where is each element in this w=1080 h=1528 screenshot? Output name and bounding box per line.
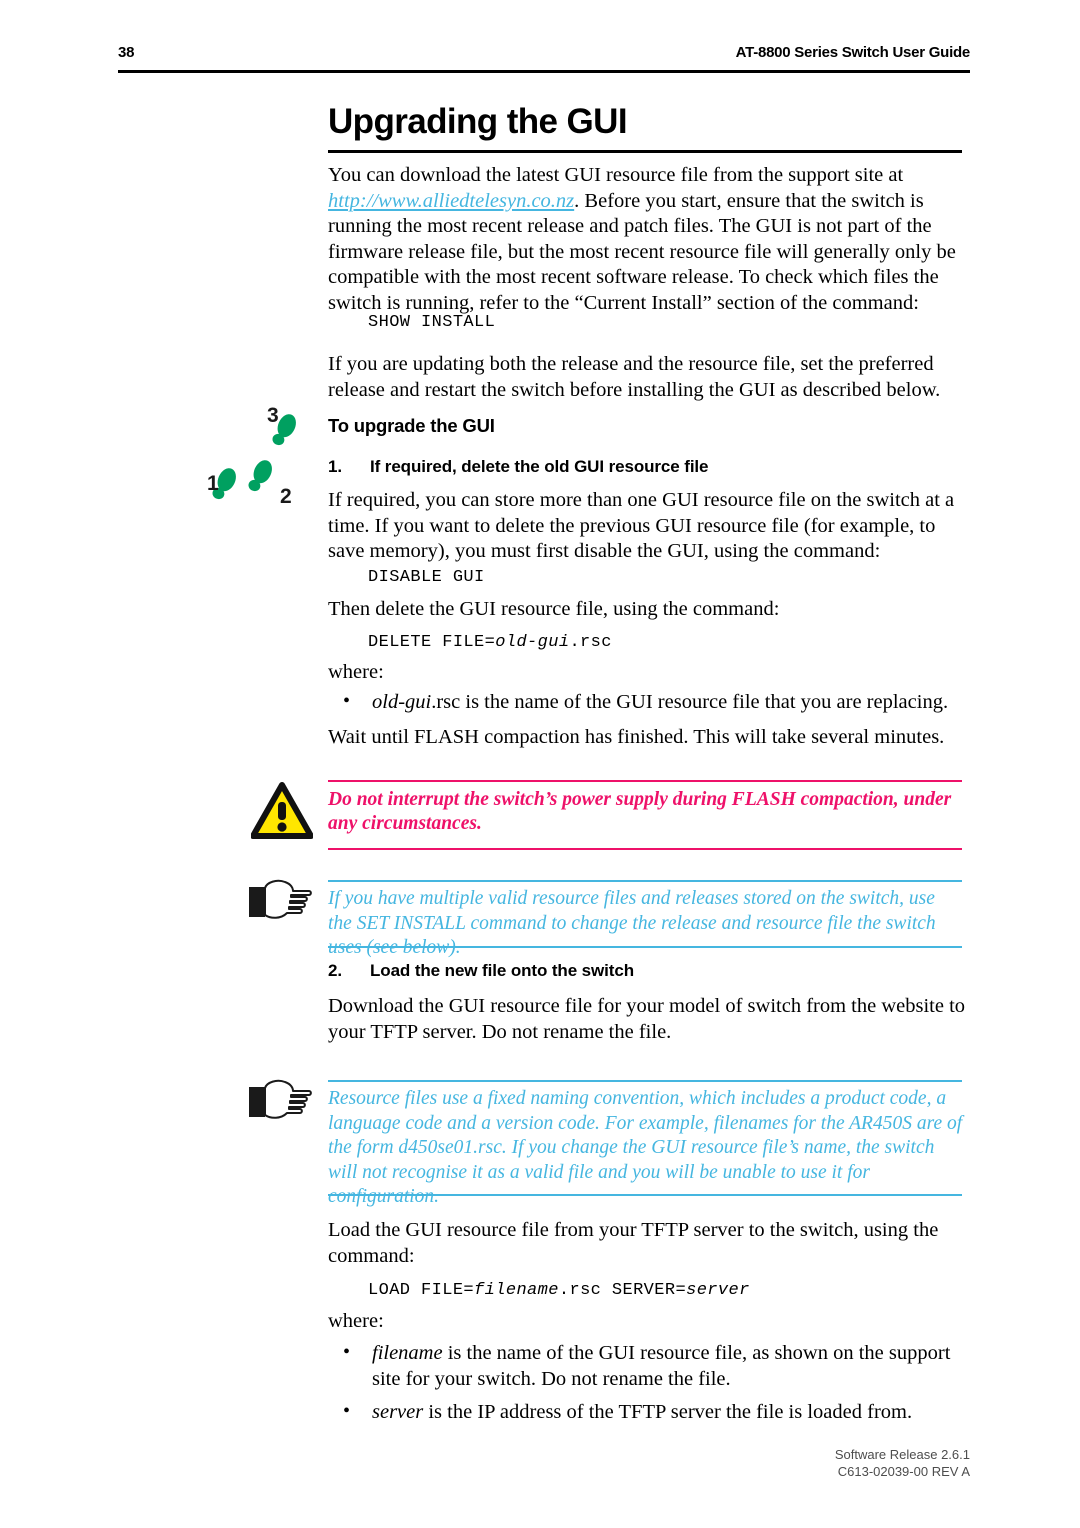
note-1-bottom-rule <box>328 946 962 948</box>
page-header: 38 AT-8800 Series Switch User Guide <box>118 44 970 80</box>
step-2-heading: 2. Load the new file onto the switch <box>328 961 968 981</box>
delete-file-command-block: DELETE FILE=old-gui.rsc <box>328 630 968 655</box>
title-divider <box>328 150 962 153</box>
footprint-label-3: 3 <box>267 404 279 427</box>
caution-bottom-rule <box>328 848 962 850</box>
note-1-text: If you have multiple valid resource file… <box>328 888 936 958</box>
pointing-hand-icon <box>247 878 313 924</box>
caution-top-rule <box>328 780 962 782</box>
command-load-mid: .rsc SERVER= <box>558 1281 687 1300</box>
command-disable-gui: DISABLE GUI <box>368 568 485 587</box>
command-load-file: LOAD FILE=filename.rsc SERVER=server <box>328 1278 968 1303</box>
intro-paragraph-2: If you are updating both the release and… <box>328 353 941 401</box>
step-2-paragraph-1: Download the GUI resource file for your … <box>328 995 966 1043</box>
note-1-top-rule <box>328 880 962 882</box>
footer-document-code: C613-02039-00 REV A <box>837 1464 970 1479</box>
step-1-paragraph-3: Wait until FLASH compaction has finished… <box>328 726 945 748</box>
step-2-bullet-2-variable: server <box>372 1401 424 1423</box>
load-file-command-block: LOAD FILE=filename.rsc SERVER=server <box>328 1278 968 1303</box>
bullet-dot-icon: • <box>343 1341 351 1363</box>
command-show-install: SHOW INSTALL <box>368 313 496 332</box>
bullet-dot-icon: • <box>343 690 351 712</box>
step-1-paragraph-2: Then delete the GUI resource file, using… <box>328 598 780 620</box>
step-1-heading: 1. If required, delete the old GUI resour… <box>328 457 968 477</box>
intro-text-part1: You can download the latest GUI resource… <box>328 164 904 186</box>
note-2-text: Resource files use a fixed naming conven… <box>328 1088 963 1207</box>
step-2-paragraph-2-block: Load the GUI resource file from your TFT… <box>328 1218 968 1269</box>
step-2-heading-text: Load the new file onto the switch <box>370 961 634 980</box>
pointing-hand-icon <box>247 1078 313 1124</box>
step-2-paragraph-2: Load the GUI resource file from your TFT… <box>328 1219 939 1267</box>
step-1-where-label: where: <box>328 661 384 683</box>
step-1-paragraph-1-block: If required, you can store more than one… <box>328 488 968 565</box>
command-delete-prefix: DELETE FILE= <box>368 633 496 652</box>
step-1-bullet-text: .rsc is the name of the GUI resource fil… <box>431 691 949 713</box>
step-1-heading-block: 1. If required, delete the old GUI resour… <box>328 457 968 477</box>
command-load-prefix: LOAD FILE= <box>368 1281 475 1300</box>
bullet-dot-icon: • <box>343 1400 351 1422</box>
document-page: 38 AT-8800 Series Switch User Guide Upgr… <box>0 0 1080 1528</box>
note-2-bottom-rule <box>328 1194 962 1196</box>
command-load-variable-server: server <box>686 1281 750 1300</box>
note-callout-2: Resource files use a fixed naming conven… <box>328 1080 962 1207</box>
caution-callout: Do not interrupt the switch’s power supp… <box>328 780 962 856</box>
page-title: Upgrading the GUI <box>328 102 628 141</box>
footprint-label-1: 1 <box>207 472 219 495</box>
show-install-command-block: SHOW INSTALL <box>328 310 968 335</box>
step-2-bullet-item-1: • filename is the name of the GUI resourc… <box>328 1341 968 1392</box>
guide-title: AT-8800 Series Switch User Guide <box>735 44 971 61</box>
step-1-paragraph-2-block: Then delete the GUI resource file, using… <box>328 597 968 623</box>
warning-triangle-icon <box>250 782 314 840</box>
step-1-paragraph-1: If required, you can store more than one… <box>328 489 955 563</box>
step-1-heading-text: If required, delete the old GUI resource… <box>370 457 709 476</box>
step-1-where-block: where: <box>328 660 968 686</box>
step-1-bullet-variable: old-gui <box>372 691 432 713</box>
step-2-bullet-1-variable: filename <box>372 1342 443 1364</box>
caution-text: Do not interrupt the switch’s power supp… <box>328 789 952 834</box>
note-2-top-rule <box>328 1080 962 1082</box>
step-2-bullet-item-2: • server is the IP address of the TFTP se… <box>328 1400 968 1426</box>
step-2-where-label: where: <box>328 1310 384 1332</box>
disable-gui-command-block: DISABLE GUI <box>328 565 968 590</box>
support-site-link[interactable]: http://www.alliedtelesyn.co.nz <box>328 190 574 212</box>
intro-paragraph: You can download the latest GUI resource… <box>328 163 968 317</box>
step-2-paragraph-1-block: Download the GUI resource file for your … <box>328 994 968 1045</box>
header-divider <box>118 70 970 73</box>
step-2-bullet-2-text: is the IP address of the TFTP server the… <box>423 1401 913 1423</box>
step-2-bullet-1-block: • filename is the name of the GUI resourc… <box>328 1341 968 1392</box>
procedure-heading-block: To upgrade the GUI <box>328 415 968 437</box>
procedure-heading: To upgrade the GUI <box>328 415 495 436</box>
command-delete-suffix: .rsc <box>569 633 612 652</box>
step-2-number: 2. <box>328 961 342 980</box>
command-load-variable-filename: filename <box>474 1281 559 1300</box>
intro-paragraph-2-block: If you are updating both the release and… <box>328 352 968 403</box>
step-2-bullet-1-text: is the name of the GUI resource file, as… <box>372 1342 951 1390</box>
note-callout-1: If you have multiple valid resource file… <box>328 880 962 958</box>
step-1-number: 1. <box>328 457 342 476</box>
step-1-bullet-item: • old-gui.rsc is the name of the GUI reso… <box>328 690 968 716</box>
step-2-where-block: where: <box>328 1309 968 1335</box>
footer-software-release: Software Release 2.6.1 <box>834 1447 970 1462</box>
footprint-label-2: 2 <box>280 485 292 505</box>
step-1-paragraph-3-block: Wait until FLASH compaction has finished… <box>328 725 968 751</box>
page-footer: Software Release 2.6.1 C613-02039-00 REV… <box>835 1446 970 1480</box>
step-2-bullet-2-block: • server is the IP address of the TFTP se… <box>328 1400 968 1426</box>
intro-paragraph-block: You can download the latest GUI resource… <box>328 163 968 317</box>
page-number: 38 <box>118 44 135 61</box>
step-1-bullet-block: • old-gui.rsc is the name of the GUI reso… <box>328 690 968 716</box>
step-2-heading-block: 2. Load the new file onto the switch <box>328 961 968 981</box>
footprints-icon: 3 2 1 <box>205 400 320 508</box>
command-delete-file: DELETE FILE=old-gui.rsc <box>328 630 968 655</box>
command-delete-variable: old-gui <box>495 633 570 652</box>
